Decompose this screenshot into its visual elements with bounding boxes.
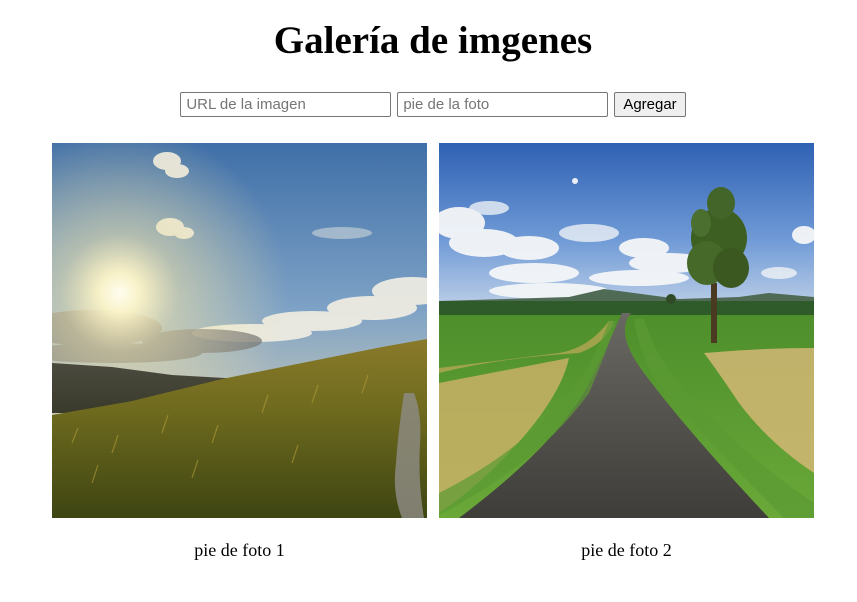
gallery-item: pie de foto 2 xyxy=(439,143,814,561)
add-image-form: Agregar xyxy=(0,92,857,117)
country-road-photo[interactable] xyxy=(439,143,814,518)
caption-input[interactable] xyxy=(397,92,609,117)
page-title: Galería de imgenes xyxy=(273,19,593,62)
photo-caption: pie de foto 2 xyxy=(581,540,672,560)
sunset-meadow-photo[interactable] xyxy=(52,143,427,518)
add-button[interactable]: Agregar xyxy=(614,92,686,117)
gallery-item: pie de foto 1 xyxy=(52,143,427,561)
photo-caption: pie de foto 1 xyxy=(194,540,285,560)
gallery-page: Galería de imgenes Agregar xyxy=(0,0,857,602)
image-url-input[interactable] xyxy=(180,92,392,117)
image-gallery: pie de foto 1 pie de foto 2 xyxy=(52,143,814,561)
